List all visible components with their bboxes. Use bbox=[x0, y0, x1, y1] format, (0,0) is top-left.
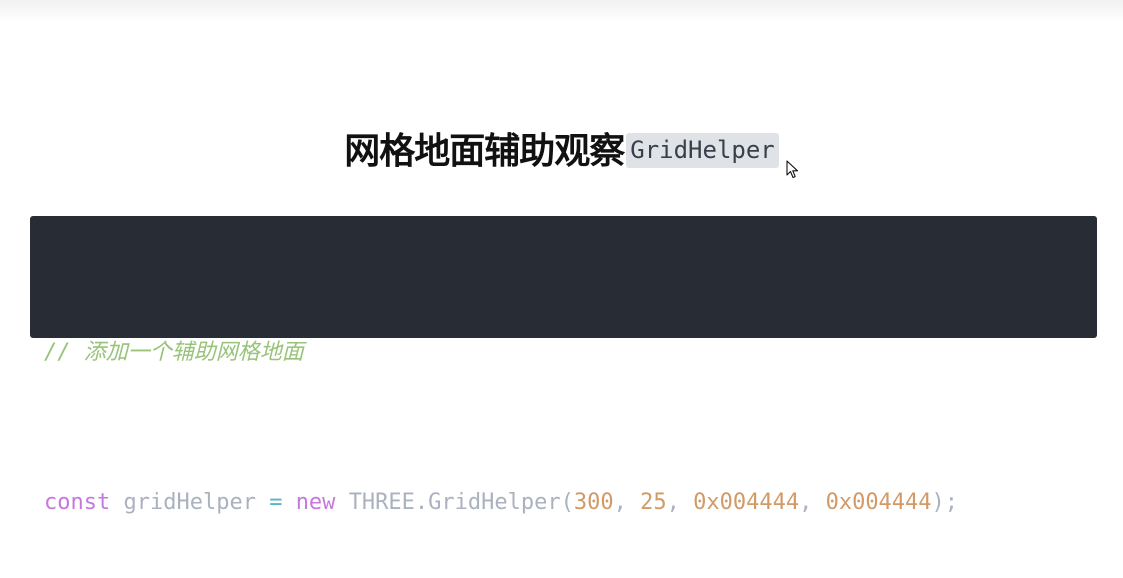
code-class-name: THREE.GridHelper( bbox=[348, 490, 574, 515]
code-close-paren: ); bbox=[931, 490, 959, 515]
code-separator: , bbox=[666, 490, 694, 515]
heading-title: 网格地面辅助观察 bbox=[344, 131, 625, 172]
code-separator: , bbox=[799, 490, 826, 515]
section-heading: 网格地面辅助观察 GridHelper bbox=[0, 122, 1123, 174]
code-arg-grid-color: 0x004444 bbox=[825, 490, 932, 515]
code-block[interactable]: // 添加一个辅助网格地面 const gridHelper = new THR… bbox=[30, 216, 1097, 515]
top-bar bbox=[0, 0, 1123, 22]
code-assign-operator: = bbox=[269, 490, 283, 515]
code-arg-center-color: 0x004444 bbox=[693, 490, 800, 515]
code-keyword-new: new bbox=[295, 490, 336, 515]
code-arg-size: 300 bbox=[573, 490, 614, 515]
code-separator: , bbox=[613, 490, 641, 515]
code-keyword-const: const bbox=[44, 490, 111, 515]
code-arg-divisions: 25 bbox=[640, 490, 667, 515]
heading-inline-code[interactable]: GridHelper bbox=[626, 132, 779, 168]
mouse-pointer-icon bbox=[786, 160, 799, 179]
code-comment: // 添加一个辅助网格地面 bbox=[44, 340, 304, 365]
code-variable-name: gridHelper bbox=[123, 490, 256, 515]
code-line-comment: // 添加一个辅助网格地面 bbox=[44, 328, 1083, 378]
code-line-statement: const gridHelper = new THREE.GridHelper(… bbox=[44, 478, 1083, 528]
